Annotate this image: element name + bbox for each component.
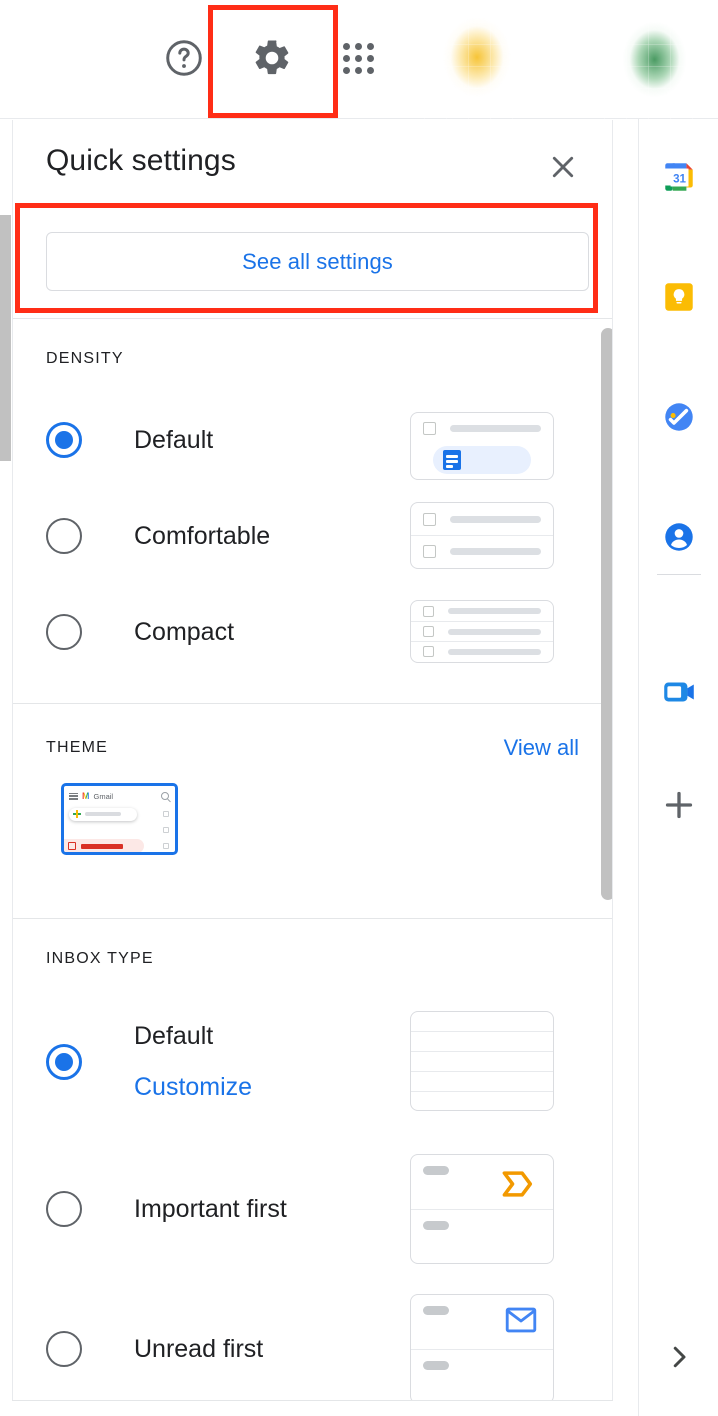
radio-density-default[interactable]	[46, 422, 82, 458]
close-icon[interactable]	[544, 148, 582, 186]
divider	[12, 1400, 613, 1401]
avatar[interactable]	[424, 0, 530, 119]
google-apps-side-panel: 31	[638, 119, 718, 1416]
inbox-option-unread-first[interactable]: Unread first	[13, 1279, 612, 1401]
density-preview-default	[410, 412, 554, 480]
hamburger-icon	[69, 793, 78, 800]
theme-preview-inbox-row	[64, 822, 175, 838]
radio-inbox-important-first[interactable]	[46, 1191, 82, 1227]
inbox-option-label: Default	[134, 1022, 252, 1051]
important-marker-icon	[501, 1169, 535, 1204]
inbox-preview-unread-first	[410, 1294, 554, 1401]
screen-root: Quick settings See all settings DENSITY …	[0, 0, 718, 1416]
density-option-compact[interactable]: Compact	[13, 584, 612, 680]
theme-preview-compose-row	[64, 806, 175, 822]
inbox-option-important-first[interactable]: Important first	[13, 1139, 612, 1279]
chevron-right-icon[interactable]	[654, 1332, 704, 1382]
help-circle-icon[interactable]	[163, 37, 205, 79]
top-toolbar	[0, 0, 718, 119]
theme-preview-inbox-active	[64, 838, 175, 854]
density-preview-comfortable	[410, 502, 554, 569]
section-header-inbox-type: INBOX TYPE	[13, 920, 612, 968]
inbox-preview-important-first	[410, 1154, 554, 1264]
section-title: INBOX TYPE	[46, 950, 154, 968]
see-all-settings-button[interactable]: See all settings	[46, 232, 589, 291]
inbox-preview-default	[410, 1011, 554, 1111]
panel-header: Quick settings	[13, 120, 612, 203]
inbox-option-label: Important first	[134, 1195, 287, 1224]
preview-checkbox	[423, 422, 436, 435]
density-preview-compact	[410, 600, 554, 663]
google-calendar-icon[interactable]: 31	[654, 152, 704, 202]
inbox-option-label: Unread first	[134, 1335, 263, 1364]
section-inbox-type: INBOX TYPE Default Customize Important f…	[13, 920, 612, 1401]
section-title: THEME	[46, 739, 108, 757]
apps-grid-icon[interactable]	[340, 40, 378, 78]
svg-text:31: 31	[673, 172, 686, 185]
gear-icon[interactable]	[251, 37, 293, 79]
density-option-label: Compact	[134, 618, 234, 647]
document-icon	[443, 450, 461, 470]
inbox-default-text: Default Customize	[134, 1022, 252, 1102]
inbox-option-default[interactable]: Default Customize	[13, 984, 612, 1139]
see-all-settings-wrapper: See all settings	[46, 232, 589, 291]
page-scrollbar[interactable]	[0, 215, 11, 461]
gmail-wordmark: Gmail	[94, 792, 114, 801]
google-tasks-icon[interactable]	[654, 392, 704, 442]
page-title: Quick settings	[46, 144, 236, 178]
gmail-m-logo-icon: M	[82, 792, 90, 801]
avatar[interactable]	[604, 0, 714, 119]
density-option-label: Default	[134, 426, 213, 455]
panel-scrollbar-thumb[interactable]	[601, 328, 613, 900]
density-option-comfortable[interactable]: Comfortable	[13, 488, 612, 584]
unread-envelope-icon	[505, 1307, 537, 1338]
compose-button-preview	[69, 808, 137, 821]
search-icon	[161, 792, 169, 800]
view-all-themes-link[interactable]: View all	[504, 735, 579, 761]
google-meet-icon[interactable]	[654, 667, 704, 717]
radio-density-compact[interactable]	[46, 614, 82, 650]
radio-inbox-unread-first[interactable]	[46, 1331, 82, 1367]
sidebar-divider	[657, 574, 701, 575]
divider	[13, 703, 612, 704]
section-theme: THEME View all M Gmail	[13, 705, 612, 915]
add-plus-icon[interactable]	[654, 780, 704, 830]
theme-preview-topbar: M Gmail	[64, 786, 175, 806]
divider	[13, 918, 612, 919]
radio-density-comfortable[interactable]	[46, 518, 82, 554]
section-header-density: DENSITY	[13, 320, 612, 368]
customize-inbox-link[interactable]: Customize	[134, 1073, 252, 1102]
density-option-default[interactable]: Default	[13, 392, 612, 488]
preview-pill	[433, 446, 531, 474]
divider	[13, 318, 612, 319]
theme-thumbnail-selected[interactable]: M Gmail	[61, 783, 178, 855]
google-keep-icon[interactable]	[654, 272, 704, 322]
section-header-theme: THEME View all	[13, 705, 612, 761]
density-option-label: Comfortable	[134, 522, 270, 551]
section-density: DENSITY Default	[13, 320, 612, 680]
inbox-icon	[68, 842, 76, 850]
section-title: DENSITY	[46, 350, 124, 368]
google-contacts-icon[interactable]	[654, 512, 704, 562]
preview-bar	[450, 425, 541, 432]
radio-inbox-default[interactable]	[46, 1044, 82, 1080]
quick-settings-panel: Quick settings See all settings DENSITY …	[12, 120, 613, 1401]
theme-list: M Gmail	[13, 783, 612, 915]
plus-icon	[73, 810, 81, 818]
